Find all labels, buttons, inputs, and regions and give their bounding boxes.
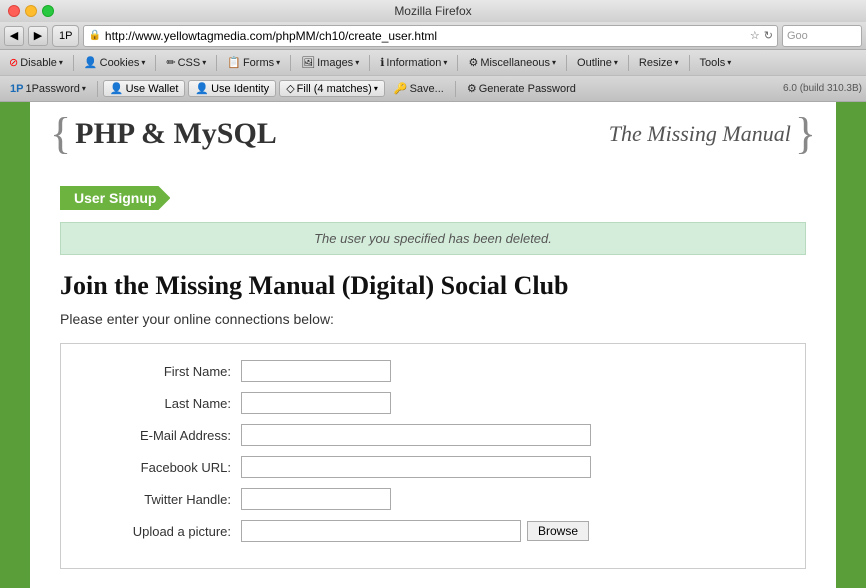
last-name-row: Last Name: [81,392,785,414]
lock-icon: 🔒 [88,30,100,41]
email-input[interactable] [241,424,591,446]
fill-button[interactable]: ◇ Fill (4 matches) ▾ [279,80,385,97]
use-wallet-button[interactable]: 👤 Use Wallet [103,80,185,97]
address-bar[interactable]: 🔒 ☆ ↻ [83,25,778,47]
title-bar: Mozilla Firefox [0,0,866,22]
window-title: Mozilla Firefox [394,4,471,18]
first-name-input[interactable] [241,360,391,382]
signup-form: First Name: Last Name: E-Mail Address: F… [60,343,806,569]
cookies-button[interactable]: 👤 Cookies ▾ [79,55,150,70]
back-button[interactable]: ◀ [4,26,24,46]
use-identity-button[interactable]: 👤 Use Identity [188,80,276,97]
page-wrapper: { PHP & MySQL The Missing Manual } User … [0,102,866,588]
css-button[interactable]: ✏ CSS ▾ [161,55,211,70]
forms-button[interactable]: 📋 Forms ▾ [222,55,285,70]
forward-button[interactable]: ▶ [28,26,48,46]
search-bar[interactable]: Goo [782,25,862,47]
last-name-input[interactable] [241,392,391,414]
miscellaneous-button[interactable]: ⚙ Miscellaneous ▾ [463,55,561,70]
onepassword-button[interactable]: 1P 1Password ▾ [4,82,92,96]
email-label: E-Mail Address: [81,428,241,443]
brace-close-icon: } [795,112,816,156]
facebook-input[interactable] [241,456,591,478]
email-row: E-Mail Address: [81,424,785,446]
separator [369,55,370,71]
browser-content: { PHP & MySQL The Missing Manual } User … [0,102,866,588]
separator [155,55,156,71]
save-button[interactable]: 🔑 Save... [388,81,450,96]
information-button[interactable]: ℹ Information ▾ [375,55,452,70]
separator [455,81,456,97]
brace-open-icon: { [50,112,71,156]
site-header: { PHP & MySQL The Missing Manual } [30,102,836,166]
page-heading: Join the Missing Manual (Digital) Social… [60,271,806,301]
facebook-label: Facebook URL: [81,460,241,475]
facebook-row: Facebook URL: [81,456,785,478]
twitter-row: Twitter Handle: [81,488,785,510]
file-path-input[interactable] [241,520,521,542]
window-controls[interactable] [8,5,54,17]
outline-button[interactable]: Outline ▾ [572,56,623,70]
first-name-row: First Name: [81,360,785,382]
site-subtitle-area: The Missing Manual } [609,112,816,156]
separator [216,55,217,71]
separator [290,55,291,71]
first-name-label: First Name: [81,364,241,379]
separator [689,55,690,71]
picture-label: Upload a picture: [81,524,241,539]
main-content: User Signup The user you specified has b… [30,166,836,588]
separator [628,55,629,71]
separator [97,81,98,97]
images-button[interactable]: 🖼 Images ▾ [296,55,364,70]
browse-row: Browse [241,520,589,542]
maximize-button[interactable] [42,5,54,17]
nav-bar: ◀ ▶ 1P 🔒 ☆ ↻ Goo [0,22,866,50]
search-input[interactable]: Goo [787,30,808,42]
site-title-area: { PHP & MySQL [50,112,277,156]
tools-button[interactable]: Tools ▾ [695,56,737,70]
refresh-icon[interactable]: ↻ [764,29,773,42]
separator [457,55,458,71]
toolbar2: 1P 1Password ▾ 👤 Use Wallet 👤 Use Identi… [0,76,866,102]
close-button[interactable] [8,5,20,17]
twitter-label: Twitter Handle: [81,492,241,507]
disable-button[interactable]: ⊘ Disable ▾ [4,55,68,70]
version-label: 6.0 (build 310.3B) [783,83,862,94]
resize-button[interactable]: Resize ▾ [634,56,684,70]
page-subtitle: Please enter your online connections bel… [60,311,806,327]
onepassword-badge[interactable]: 1P [52,25,79,47]
toolbar1: ⊘ Disable ▾ 👤 Cookies ▾ ✏ CSS ▾ 📋 Forms … [0,50,866,76]
twitter-input[interactable] [241,488,391,510]
site-title: PHP & MySQL [75,117,277,151]
separator [566,55,567,71]
browse-button[interactable]: Browse [527,521,589,541]
last-name-label: Last Name: [81,396,241,411]
picture-row: Upload a picture: Browse [81,520,785,542]
signup-banner: User Signup [60,186,170,210]
minimize-button[interactable] [25,5,37,17]
message-box: The user you specified has been deleted. [60,222,806,255]
bookmark-icon[interactable]: ☆ [750,29,760,42]
generate-password-button[interactable]: ⚙ Generate Password [461,81,582,96]
site-subtitle: The Missing Manual [609,121,791,147]
separator [73,55,74,71]
address-input[interactable] [105,29,746,43]
